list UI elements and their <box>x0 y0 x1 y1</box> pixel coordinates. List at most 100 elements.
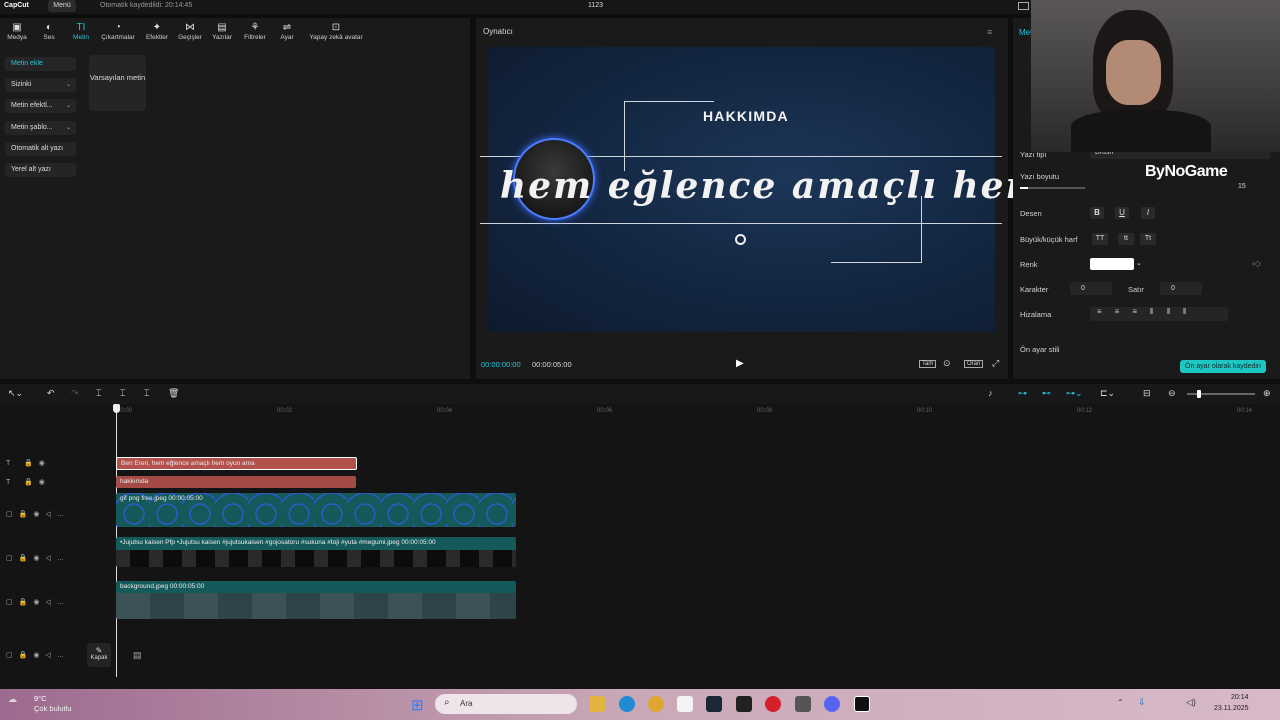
track-controls[interactable]: ▢🔒◉◁… <box>6 598 70 606</box>
sidebar-item-yours[interactable]: Sizinki ⌄ <box>5 78 76 92</box>
zoom-out-icon[interactable]: ⊖ <box>1168 388 1176 399</box>
trim-left-icon[interactable]: ⌶ <box>120 388 125 399</box>
microphone-icon[interactable]: ♪ <box>988 388 993 398</box>
track-controls[interactable]: T 🔒◉ <box>6 478 51 486</box>
save-preset-button[interactable]: Ön ayar olarak kaydedin <box>1180 360 1266 373</box>
lowercase-button[interactable]: tt <box>1118 233 1134 245</box>
track-controls[interactable]: ▢🔒◉◁… <box>6 510 70 518</box>
size-value[interactable]: 15 <box>1238 183 1246 190</box>
tab-medya[interactable]: ▣ Medya <box>0 22 34 41</box>
epic-games-icon[interactable] <box>736 696 752 712</box>
ruler-tick: 00:10 <box>917 408 933 414</box>
ruler-tick: 00:04 <box>437 408 453 414</box>
size-slider[interactable] <box>1020 187 1085 189</box>
app-red-icon[interactable] <box>765 696 781 712</box>
select-tool-icon[interactable]: ↖⌄ <box>8 388 23 399</box>
chevron-down-icon: ⌄ <box>65 82 71 88</box>
chevron-down-icon[interactable]: ⌄ <box>1136 259 1142 267</box>
crop-icon[interactable]: ⊙ <box>943 358 951 369</box>
caption-icon[interactable]: ⊟ <box>1143 388 1151 399</box>
chrome-icon[interactable] <box>648 696 664 712</box>
bold-button[interactable]: B <box>1090 207 1104 219</box>
video-clip-background[interactable]: background.jpeg 00:00:05:00 <box>116 581 516 619</box>
tab-ayar[interactable]: ⇌ Ayar <box>270 22 304 41</box>
redo-icon[interactable]: ↷ <box>71 388 79 399</box>
default-text-card[interactable]: Varsayılan metin <box>89 55 146 111</box>
video-clip-circle[interactable]: gif png free.jpeg 00:00:05:00 <box>116 493 516 527</box>
fullscreen-icon[interactable]: ⤢ <box>992 358 999 369</box>
tab-cikartmalar[interactable]: ◔ Çıkartmalar <box>101 22 135 41</box>
text-clip-heading[interactable]: hakkımda <box>116 476 356 488</box>
steam-icon[interactable] <box>706 696 722 712</box>
rotate-handle-icon[interactable] <box>735 234 746 245</box>
split-icon[interactable]: ⌶ <box>96 388 101 399</box>
text-icon: TI <box>76 22 86 33</box>
video-caption[interactable]: hem eğlence amaçlı hem <box>500 165 1046 207</box>
player-title: Oynatıcı <box>483 27 513 36</box>
tab-filtreler[interactable]: ⚘ Filtreler <box>238 22 272 41</box>
watermark-logo: ByNoGame <box>1145 163 1228 180</box>
text-clip-caption[interactable]: Ben Eren, hem eğlence amaçlı hem oyun am… <box>116 457 357 470</box>
tab-metin[interactable]: TI Metin <box>64 22 98 41</box>
sidebar-item-text-effects[interactable]: Metin efektl... ⌄ <box>5 99 76 113</box>
volume-icon[interactable]: ◁) <box>1186 697 1196 708</box>
sidebar-item-local-captions[interactable]: Yerel alt yazı <box>5 163 76 177</box>
filters-icon: ⚘ <box>250 22 260 33</box>
chevron-up-icon[interactable]: ⌃ <box>1117 698 1124 707</box>
search-icon: ⌕ <box>444 697 450 708</box>
settings-icon[interactable] <box>795 696 811 712</box>
file-explorer-icon[interactable] <box>589 696 605 712</box>
network-icon[interactable]: ⇩ <box>1138 697 1146 708</box>
tab-ses[interactable]: ◐ Ses <box>32 22 66 41</box>
magnet-icon[interactable]: ⊷ <box>1042 388 1051 399</box>
track-controls[interactable]: ▢🔒◉◁… <box>6 651 70 659</box>
menu-button[interactable]: Menü <box>48 0 76 12</box>
color-swatch[interactable] <box>1090 258 1134 270</box>
menu-icon[interactable]: ≡ <box>987 27 992 37</box>
link-icon[interactable]: ⊶ <box>1018 388 1027 399</box>
windows-start-icon[interactable]: ⊞ <box>411 696 424 714</box>
trim-right-icon[interactable]: ⌶ <box>144 388 149 399</box>
underline-button[interactable]: U <box>1115 207 1129 219</box>
video-clip-avatar[interactable]: •Jujutsu kaisen Pfp •Jujutsu kaisen #juj… <box>116 537 516 567</box>
playhead-handle[interactable] <box>113 404 120 413</box>
sidebar-item-add-text[interactable]: Metin ekle <box>5 57 76 71</box>
keyframe-icon[interactable]: ‹◇ <box>1252 259 1261 268</box>
preview-axis-icon[interactable]: ⊏⌄ <box>1100 388 1115 399</box>
uppercase-button[interactable]: TT <box>1092 233 1108 245</box>
sidebar-item-auto-captions[interactable]: Otomatik alt yazı <box>5 142 76 156</box>
zoom-slider[interactable] <box>1187 390 1255 398</box>
search-box[interactable]: ⌕ Ara <box>435 694 577 714</box>
tab-ai-avatar[interactable]: ⊡ Yapay zekâ avatar <box>305 22 367 41</box>
layout-icon[interactable] <box>1018 2 1029 10</box>
ratio-button[interactable]: Oran <box>964 360 984 368</box>
film-icon[interactable]: ▤ <box>133 650 142 661</box>
char-spacing-input[interactable]: 0 <box>1070 282 1112 295</box>
store-icon[interactable] <box>677 696 693 712</box>
titlecase-button[interactable]: Tt <box>1140 233 1156 245</box>
tab-gecisler[interactable]: ⋈ Geçişler <box>173 22 207 41</box>
tab-yazilar[interactable]: ▤ Yazılar <box>205 22 239 41</box>
discord-icon[interactable] <box>824 696 840 712</box>
play-icon[interactable]: ▶ <box>736 358 744 369</box>
track-controls[interactable]: ▢🔒◉◁… <box>6 554 70 562</box>
line-spacing-input[interactable]: 0 <box>1160 282 1202 295</box>
italic-button[interactable]: I <box>1141 207 1155 219</box>
align-label: Hizalama <box>1020 310 1052 319</box>
sidebar-item-text-templates[interactable]: Metin şablo... ⌄ <box>5 121 76 135</box>
undo-icon[interactable]: ↶ <box>47 388 55 399</box>
edge-icon[interactable] <box>619 696 635 712</box>
snap-icon[interactable]: ⊶⌄ <box>1066 388 1083 399</box>
color-label: Renk <box>1020 260 1038 269</box>
capcut-icon[interactable] <box>854 696 870 712</box>
delete-icon[interactable]: 🗑 <box>168 388 179 399</box>
cover-button[interactable]: ✎ Kapak <box>87 643 111 667</box>
track-controls[interactable]: T 🔒◉ <box>6 459 51 467</box>
zoom-in-icon[interactable]: ⊕ <box>1263 388 1271 399</box>
tab-efektler[interactable]: ✦ Efektler <box>140 22 174 41</box>
weather-icon[interactable]: ☁ <box>8 694 17 705</box>
alignment-buttons[interactable]: ≡≡≡⦀⦀⦀ <box>1090 307 1228 321</box>
text-frame-bottom <box>480 223 1002 224</box>
fullscreen-quality-icon[interactable]: Tam <box>919 360 937 368</box>
timeline-toolbar: ↖⌄ ↶ ↷ ⌶ ⌶ ⌶ 🗑 ♪ ⊶ ⊷ ⊶⌄ ⊏⌄ ⊟ ⊖ ⊕ <box>0 384 1280 404</box>
